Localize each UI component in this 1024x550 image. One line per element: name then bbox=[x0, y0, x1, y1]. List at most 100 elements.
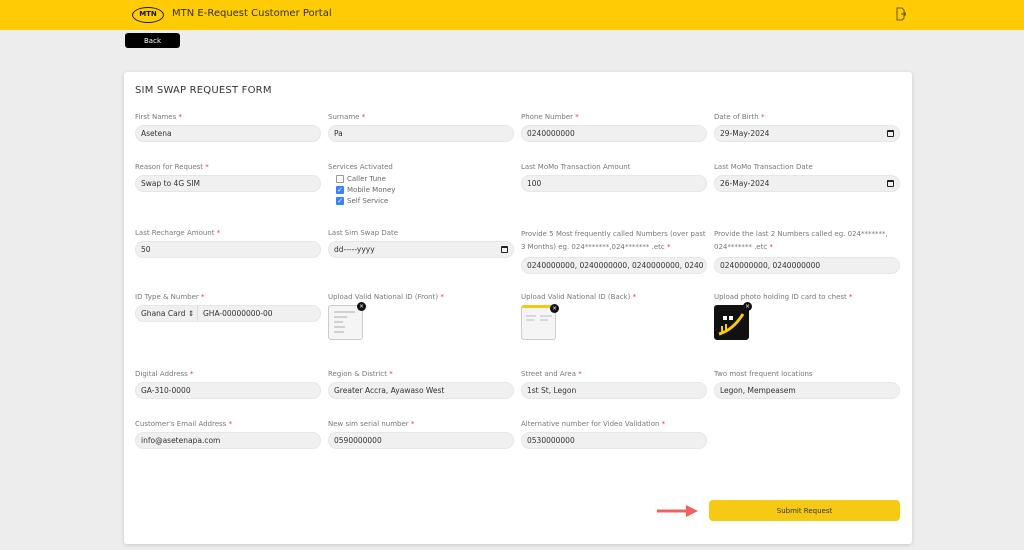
checkbox-mobile-money[interactable]: ✓ Mobile Money bbox=[336, 184, 514, 195]
required-mark: * bbox=[178, 113, 183, 121]
top-bar: MTN MTN E-Request Customer Portal bbox=[0, 0, 1024, 30]
dob-label: Date of Birth bbox=[714, 113, 759, 121]
id-front-label: Upload Valid National ID (Front) bbox=[328, 293, 439, 301]
five-numbers-input[interactable]: 0240000000, 0240000000, 0240000000, 0240 bbox=[521, 257, 707, 274]
required-mark: * bbox=[575, 113, 579, 121]
checkbox-label: Self Service bbox=[347, 196, 389, 205]
calendar-icon[interactable] bbox=[887, 130, 894, 137]
momo-amount-field: Last MoMo Transaction Amount 100 bbox=[521, 162, 707, 192]
first-names-field: First Names * Asetena bbox=[135, 112, 321, 142]
two-numbers-input[interactable]: 0240000000, 0240000000 bbox=[714, 257, 900, 274]
email-field: Customer's Email Address * info@asetenap… bbox=[135, 419, 321, 449]
required-mark: * bbox=[205, 163, 209, 171]
id-type-select[interactable]: Ghana Card ⇕ bbox=[136, 306, 198, 321]
alt-number-label: Alternative number for Video Validation bbox=[521, 420, 660, 428]
photo-preview-icon bbox=[718, 313, 745, 336]
calendar-icon[interactable] bbox=[501, 246, 508, 253]
id-back-thumbnail[interactable]: × bbox=[521, 304, 559, 340]
two-numbers-label: Provide the last 2 Numbers called eg. 02… bbox=[714, 230, 888, 251]
photo-field: Upload photo holding ID card to chest * … bbox=[714, 292, 900, 340]
digital-address-input[interactable]: GA-310-0000 bbox=[135, 382, 321, 399]
required-mark: * bbox=[361, 113, 366, 121]
two-numbers-field: Provide the last 2 Numbers called eg. 02… bbox=[714, 228, 900, 274]
momo-date-value: 26-May-2024 bbox=[720, 179, 770, 188]
swap-date-field: Last Sim Swap Date dd-----yyyy bbox=[328, 228, 514, 258]
momo-date-label: Last MoMo Transaction Date bbox=[714, 163, 813, 171]
photo-thumbnail[interactable]: × bbox=[714, 302, 752, 340]
locations-input[interactable]: Legon, Mempeasem bbox=[714, 382, 900, 399]
required-mark: * bbox=[216, 229, 221, 237]
mtn-logo: MTN bbox=[132, 7, 164, 23]
submit-request-button[interactable]: Submit Request bbox=[709, 500, 900, 521]
digital-address-label: Digital Address bbox=[135, 370, 188, 378]
region-input[interactable]: Greater Accra, Ayawaso West bbox=[328, 382, 514, 399]
logout-icon[interactable] bbox=[896, 7, 906, 21]
phone-field: Phone Number * 0240000000 bbox=[521, 112, 707, 142]
email-label: Customer's Email Address bbox=[135, 420, 227, 428]
email-input[interactable]: info@asetenapa.com bbox=[135, 432, 321, 449]
recharge-label: Last Recharge Amount bbox=[135, 229, 215, 237]
dob-input[interactable]: 29-May-2024 bbox=[714, 125, 900, 142]
first-names-input[interactable]: Asetena bbox=[135, 125, 321, 142]
phone-input[interactable]: 0240000000 bbox=[521, 125, 707, 142]
app-title: MTN E-Request Customer Portal bbox=[172, 8, 332, 19]
services-field: Services Activated Caller Tune ✓ Mobile M… bbox=[328, 162, 514, 206]
annotation-arrow-icon bbox=[657, 505, 698, 517]
select-arrows-icon: ⇕ bbox=[187, 309, 195, 318]
surname-input[interactable]: Pa bbox=[328, 125, 514, 142]
swap-date-input[interactable]: dd-----yyyy bbox=[328, 241, 514, 258]
momo-amount-label: Last MoMo Transaction Amount bbox=[521, 163, 631, 171]
digital-address-field: Digital Address * GA-310-0000 bbox=[135, 369, 321, 399]
remove-image-icon[interactable]: × bbox=[357, 302, 366, 311]
alt-number-input[interactable]: 0530000000 bbox=[521, 432, 707, 449]
locations-label: Two most frequent locations bbox=[714, 370, 813, 378]
surname-label: Surname bbox=[328, 113, 360, 121]
required-mark: * bbox=[389, 370, 393, 378]
checkbox-caller-tune[interactable]: Caller Tune bbox=[336, 173, 514, 184]
reason-select[interactable]: Swap to 4G SIM bbox=[135, 175, 321, 192]
momo-date-input[interactable]: 26-May-2024 bbox=[714, 175, 900, 192]
five-numbers-field: Provide 5 Most frequently called Numbers… bbox=[521, 228, 707, 274]
checkbox-self-service[interactable]: ✓ Self Service bbox=[336, 195, 514, 206]
street-input[interactable]: 1st St, Legon bbox=[521, 382, 707, 399]
reason-label: Reason for Request bbox=[135, 163, 204, 171]
id-type-field: ID Type & Number * Ghana Card ⇕ GHA-0000… bbox=[135, 292, 321, 322]
id-front-field: Upload Valid National ID (Front) * × bbox=[328, 292, 514, 340]
dob-field: Date of Birth * 29-May-2024 bbox=[714, 112, 900, 142]
remove-image-icon[interactable]: × bbox=[550, 304, 559, 313]
required-mark: * bbox=[228, 420, 233, 428]
sim-serial-input[interactable]: 0590000000 bbox=[328, 432, 514, 449]
id-front-thumbnail[interactable]: × bbox=[328, 302, 366, 340]
momo-amount-input[interactable]: 100 bbox=[521, 175, 707, 192]
checkbox-box[interactable] bbox=[336, 174, 344, 183]
required-mark: * bbox=[190, 370, 194, 378]
document-preview-icon bbox=[334, 311, 355, 333]
checkbox-box[interactable]: ✓ bbox=[336, 196, 344, 205]
required-mark: * bbox=[661, 420, 666, 428]
required-mark: * bbox=[769, 243, 773, 251]
required-mark: * bbox=[440, 293, 444, 301]
id-number-input[interactable]: GHA-00000000-00 bbox=[198, 306, 273, 321]
checkbox-box[interactable]: ✓ bbox=[336, 185, 344, 194]
document-preview-icon bbox=[526, 315, 552, 321]
calendar-icon[interactable] bbox=[887, 180, 894, 187]
required-mark: * bbox=[760, 113, 765, 121]
recharge-field: Last Recharge Amount * 50 bbox=[135, 228, 321, 258]
reason-field: Reason for Request * Swap to 4G SIM bbox=[135, 162, 321, 192]
momo-date-field: Last MoMo Transaction Date 26-May-2024 bbox=[714, 162, 900, 192]
required-mark: * bbox=[410, 420, 415, 428]
phone-label: Phone Number bbox=[521, 113, 574, 121]
photo-label: Upload photo holding ID card to chest bbox=[714, 293, 847, 301]
remove-image-icon[interactable]: × bbox=[743, 302, 752, 311]
back-button[interactable]: Back bbox=[125, 33, 180, 48]
swap-date-value: dd-----yyyy bbox=[334, 245, 375, 254]
sim-swap-form: SIM SWAP REQUEST FORM First Names * Aset… bbox=[124, 72, 912, 544]
sim-serial-field: New sim serial number * 0590000000 bbox=[328, 419, 514, 449]
required-mark: * bbox=[201, 293, 205, 301]
recharge-input[interactable]: 50 bbox=[135, 241, 321, 258]
required-mark: * bbox=[578, 370, 582, 378]
region-field: Region & District * Greater Accra, Ayawa… bbox=[328, 369, 514, 399]
dob-value: 29-May-2024 bbox=[720, 129, 770, 138]
first-names-label: First Names bbox=[135, 113, 177, 121]
id-back-field: Upload Valid National ID (Back) * × bbox=[521, 292, 707, 340]
